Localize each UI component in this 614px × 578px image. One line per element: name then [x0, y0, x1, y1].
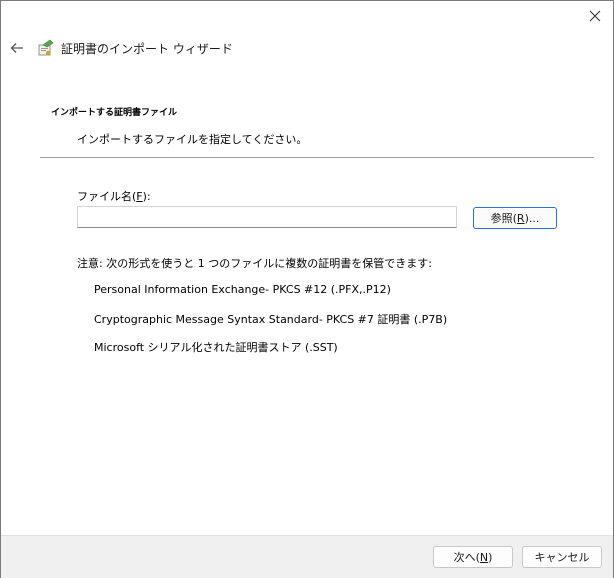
cancel-button[interactable]: キャンセル [522, 546, 602, 568]
certificate-wizard-icon [37, 39, 55, 57]
close-icon [589, 10, 601, 22]
format-item-p7b: Cryptographic Message Syntax Standard- P… [94, 313, 448, 326]
wizard-window: 証明書のインポート ウィザード インポートする証明書ファイル インポートするファ… [0, 0, 614, 578]
wizard-content: インポートする証明書ファイル インポートするファイルを指定してください。 ファイ… [1, 65, 613, 535]
format-note: 注意: 次の形式を使うと 1 つのファイルに複数の証明書を保管できます: [77, 257, 432, 270]
format-item-sst: Microsoft シリアル化された証明書ストア (.SST) [94, 341, 338, 354]
wizard-title: 証明書のインポート ウィザード [61, 41, 233, 56]
browse-button[interactable]: 参照(R)... [473, 207, 557, 229]
divider [40, 157, 594, 158]
back-button[interactable] [7, 38, 27, 58]
close-button[interactable] [583, 5, 607, 27]
section-description: インポートするファイルを指定してください。 [77, 133, 308, 146]
wizard-header: 証明書のインポート ウィザード [1, 31, 613, 65]
back-arrow-icon [10, 43, 23, 53]
wizard-footer: 次へ(N) キャンセル [1, 535, 613, 578]
section-title: インポートする証明書ファイル [51, 108, 178, 118]
file-name-input[interactable] [77, 206, 457, 228]
next-button[interactable]: 次へ(N) [433, 546, 513, 568]
file-name-label: ファイル名(F): [77, 190, 151, 203]
format-item-pfx: Personal Information Exchange- PKCS #12 … [94, 283, 391, 296]
